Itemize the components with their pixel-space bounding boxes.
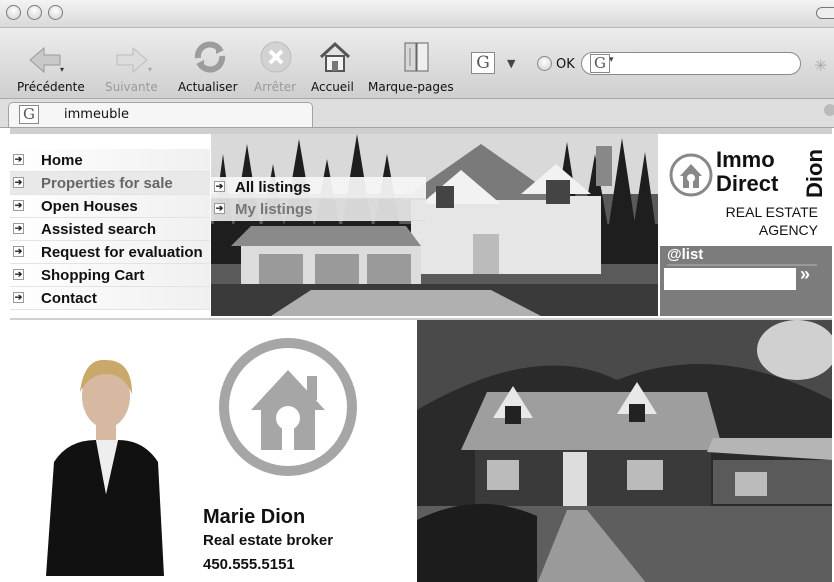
tab-immeuble[interactable]: G immeuble: [8, 102, 313, 127]
nav-item-open-houses[interactable]: ➔ Open Houses: [10, 195, 210, 218]
close-window-button[interactable]: [6, 5, 21, 20]
nav-item-contact[interactable]: ➔ Contact: [10, 287, 210, 310]
list-search-go-button[interactable]: »: [800, 264, 810, 285]
reload-button[interactable]: [192, 40, 228, 74]
agent-role: Real estate broker: [203, 532, 334, 549]
divider: [667, 264, 817, 266]
home-button[interactable]: [317, 39, 353, 75]
house-image: [417, 320, 832, 582]
nav-item-home[interactable]: ➔ Home: [10, 149, 210, 172]
submenu-properties: ➔ All listings ➔ My listings: [211, 177, 426, 221]
agent-card: Marie Dion Real estate broker 450.555.51…: [10, 318, 417, 582]
house-image: [211, 134, 658, 316]
back-button[interactable]: ▾: [28, 46, 68, 74]
list-search-label: @list: [667, 246, 704, 263]
brand-panel: Immo Direct Dion REAL ESTATE AGENCY @lis…: [660, 134, 832, 316]
nav-item-label: Assisted search: [41, 221, 157, 238]
bookmarks-button[interactable]: [402, 40, 432, 74]
brand-name-vertical: Dion: [802, 149, 827, 198]
nav-item-shopping-cart[interactable]: ➔ Shopping Cart: [10, 264, 210, 287]
submenu-item-label: My listings: [235, 201, 313, 218]
search-input[interactable]: G ▾: [581, 52, 801, 75]
agent-portrait-photo: [46, 359, 164, 576]
tab-title: immeuble: [64, 107, 130, 122]
arrow-right-icon: ➔: [13, 246, 24, 257]
nav-item-label: Contact: [41, 290, 97, 307]
forward-label: Suivante: [105, 80, 158, 94]
agent-name: Marie Dion: [203, 506, 306, 528]
ok-label[interactable]: OK: [556, 57, 575, 72]
nav-item-request-for-evaluation[interactable]: ➔ Request for evaluation: [10, 241, 210, 264]
list-search-input[interactable]: [664, 268, 796, 290]
arrow-right-icon: ➔: [13, 269, 24, 280]
tab-bar: G immeuble: [0, 99, 834, 128]
nav-item-label: Home: [41, 152, 83, 169]
brand-tagline-line2: AGENCY: [758, 222, 818, 238]
nav-item-label: Request for evaluation: [41, 244, 203, 261]
ok-radio-button[interactable]: [537, 56, 552, 71]
brand-tagline-line1: REAL ESTATE: [725, 204, 818, 220]
svg-text:▾: ▾: [60, 65, 64, 74]
stop-label: Arrêter: [254, 80, 297, 94]
tab-favicon-icon: G: [19, 105, 39, 124]
brand-logo-area: Immo Direct Dion REAL ESTATE AGENCY: [660, 134, 832, 246]
nav-item-label: Properties for sale: [41, 175, 173, 192]
hero-house-photo: [211, 134, 658, 316]
chevron-down-icon: ▾: [609, 55, 614, 65]
close-tab-icon[interactable]: [824, 104, 834, 116]
bookmarks-label: Marque-pages: [368, 80, 454, 94]
reload-icon: [194, 41, 226, 73]
nav-item-properties-for-sale[interactable]: ➔ Properties for sale: [10, 172, 210, 195]
nav-item-label: Open Houses: [41, 198, 138, 215]
zoom-window-button[interactable]: [48, 5, 63, 20]
chevron-down-icon[interactable]: ▼: [507, 57, 515, 70]
loading-spinner-icon: ✳: [814, 56, 828, 75]
back-label: Précédente: [17, 80, 85, 94]
toolbar-toggle-button[interactable]: [816, 7, 834, 19]
reload-label: Actualiser: [178, 80, 238, 94]
arrow-right-icon: ➔: [13, 292, 24, 303]
main-nav: ➔ Home ➔ Properties for sale ➔ Open Hous…: [10, 149, 210, 310]
arrow-right-icon: ➔: [13, 200, 24, 211]
back-arrow-icon: ▾: [29, 46, 64, 74]
browser-toolbar: ▾ Précédente ▾ Suivante Actualiser Arrêt…: [0, 28, 834, 99]
search-engine-selector[interactable]: G: [471, 52, 495, 74]
web-page: ➔ Home ➔ Properties for sale ➔ Open Hous…: [0, 128, 834, 582]
home-label: Accueil: [311, 80, 354, 94]
arrow-right-icon: ➔: [13, 223, 24, 234]
forward-button[interactable]: ▾: [115, 46, 155, 74]
brand-name-line1: Immo: [716, 147, 775, 172]
arrow-right-icon: ➔: [13, 154, 24, 165]
large-house-keyhole-icon: [219, 338, 357, 476]
window-titlebar: [0, 0, 834, 28]
arrow-right-icon: ➔: [214, 203, 225, 214]
nav-item-label: Shopping Cart: [41, 267, 145, 284]
nav-item-assisted-search[interactable]: ➔ Assisted search: [10, 218, 210, 241]
featured-house-photo: [417, 318, 832, 582]
arrow-right-icon: ➔: [13, 177, 24, 188]
submenu-item-label: All listings: [235, 179, 311, 196]
agent-phone: 450.555.5151: [203, 556, 295, 573]
submenu-item-all-listings[interactable]: ➔ All listings: [211, 177, 426, 199]
brand-name-line2: Direct: [716, 171, 779, 196]
stop-button[interactable]: [259, 40, 293, 74]
bookmarks-book-icon: [404, 42, 429, 72]
arrow-right-icon: ➔: [214, 181, 225, 192]
minimize-window-button[interactable]: [27, 5, 42, 20]
search-engine-icon: G: [590, 54, 610, 73]
house-keyhole-logo-icon: [669, 153, 713, 197]
forward-arrow-icon: ▾: [116, 46, 152, 74]
svg-text:▾: ▾: [148, 65, 152, 74]
home-icon: [319, 41, 351, 72]
stop-icon: [260, 41, 292, 73]
submenu-item-my-listings[interactable]: ➔ My listings: [211, 199, 426, 221]
